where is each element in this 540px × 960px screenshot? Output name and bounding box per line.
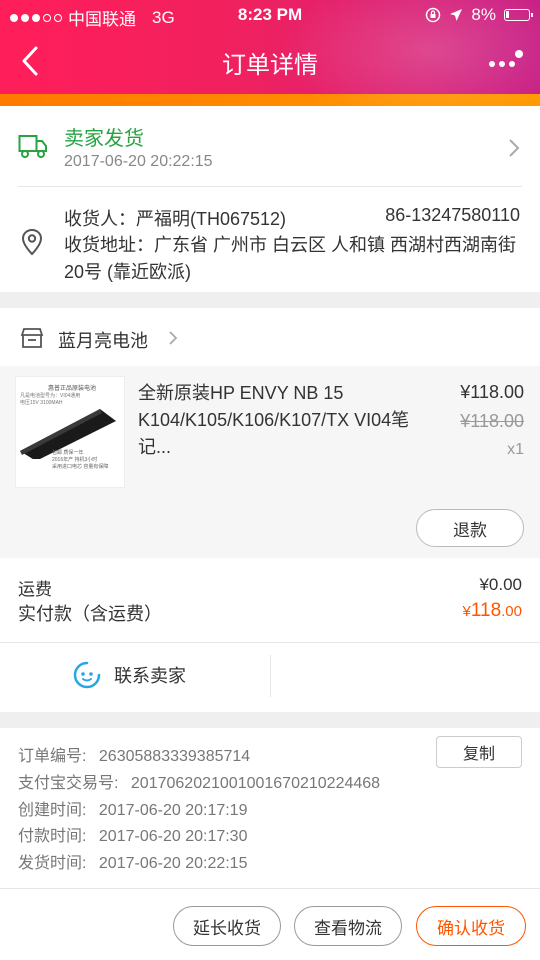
paid-main: 118 xyxy=(470,600,502,621)
info-value: 2017-06-20 20:17:19 xyxy=(98,802,248,819)
refund-button[interactable]: 退款 xyxy=(416,509,524,547)
info-label: 发货时间: xyxy=(18,855,87,872)
info-value: 2017-06-20 20:17:30 xyxy=(98,828,248,845)
created-time-row: 创建时间: 2017-06-20 20:17:19 xyxy=(18,796,247,820)
contact-seller-button[interactable]: 联系卖家 xyxy=(72,660,186,690)
shipping-time: 2017-06-20 20:22:15 xyxy=(64,153,213,170)
info-value: 26305883339385714 xyxy=(98,748,251,765)
location-pin-icon xyxy=(20,228,44,261)
paid-time-row: 付款时间: 2017-06-20 20:17:30 xyxy=(18,822,247,846)
shipping-fee-value: ¥0.00 xyxy=(479,575,522,594)
alipay-number-row: 支付宝交易号: 2017062021001001670210224468 xyxy=(18,769,380,793)
divider xyxy=(270,655,271,697)
thumb-line: 2016年产 持机3小时 xyxy=(52,457,98,463)
page-title: 订单详情 xyxy=(222,52,318,79)
info-value: 2017-06-20 20:22:15 xyxy=(98,855,248,872)
receiver-phone: 86-13247580110 xyxy=(385,205,520,225)
battery-percent: 8% xyxy=(471,5,496,24)
copy-button[interactable]: 复制 xyxy=(436,736,522,768)
status-right: 8% xyxy=(425,5,533,25)
total-paid-value: ¥118.00 xyxy=(463,600,523,622)
more-button[interactable] xyxy=(486,50,526,74)
paid-currency: ¥ xyxy=(462,603,471,620)
receiver-name: 收货人：严福明(TH067512) xyxy=(64,209,287,229)
battery-icon xyxy=(504,9,533,21)
more-icon xyxy=(489,50,523,67)
total-paid-label: 实付款（含运费） xyxy=(18,604,162,624)
thumb-line: 采用进口电芯 容量有保障 xyxy=(52,464,109,470)
info-value: 2017062021001001670210224468 xyxy=(130,775,381,792)
info-label: 支付宝交易号: xyxy=(18,775,119,792)
header-accent-strip xyxy=(0,94,540,106)
shipped-time-row: 发货时间: 2017-06-20 20:22:15 xyxy=(18,849,247,873)
product-title[interactable]: 全新原装HP ENVY NB 15 K104/K105/K106/K107/TX… xyxy=(138,380,428,461)
product-original-price: ¥118.00 xyxy=(460,411,524,431)
rotation-lock-icon xyxy=(426,7,441,23)
info-label: 付款时间: xyxy=(18,828,87,845)
location-icon xyxy=(450,9,463,21)
nav-bar: 订单详情 xyxy=(0,30,540,92)
confirm-receipt-button[interactable]: 确认收货 xyxy=(416,906,526,946)
shipping-address: 收货地址：广东省 广州市 白云区 人和镇 西湖村西湖南街20号 (靠近欧派) xyxy=(64,235,517,282)
status-bar: 中国联通 3G 8:23 PM 8% xyxy=(0,0,540,30)
view-logistics-button[interactable]: 查看物流 xyxy=(294,906,402,946)
order-number-row: 订单编号: 26305883339385714 xyxy=(18,742,250,766)
thumb-line: 凡是电池型号为：VI04通用 xyxy=(20,393,81,399)
product-price: ¥118.00 xyxy=(460,382,524,402)
divider xyxy=(18,186,522,187)
store-icon xyxy=(20,327,44,354)
info-label: 订单编号: xyxy=(18,748,87,765)
shop-name[interactable]: 蓝月亮电池 xyxy=(58,327,148,353)
extend-receipt-button[interactable]: 延长收货 xyxy=(173,906,281,946)
chevron-right-icon xyxy=(168,330,178,351)
chevron-right-icon xyxy=(508,138,520,163)
chat-icon xyxy=(73,661,101,689)
shipping-fee-label: 运费 xyxy=(18,580,52,599)
thumb-line: 包邮 质保一年 xyxy=(52,450,84,456)
product-thumbnail[interactable]: 惠普正品原装电池 凡是电池型号为：VI04通用 电压15V 3100MAH 包邮… xyxy=(15,376,125,488)
contact-seller-label: 联系卖家 xyxy=(114,666,186,686)
product-quantity: x1 xyxy=(507,441,524,458)
thumb-line: 惠普正品原装电池 xyxy=(47,386,96,392)
truck-icon xyxy=(18,133,48,164)
paid-cents: .00 xyxy=(501,603,522,620)
shipping-status: 卖家发货 xyxy=(64,128,144,150)
info-label: 创建时间: xyxy=(18,802,87,819)
thumb-text-lower: 包邮 质保一年 2016年产 持机3小时 采用进口电芯 容量有保障 xyxy=(52,449,124,470)
